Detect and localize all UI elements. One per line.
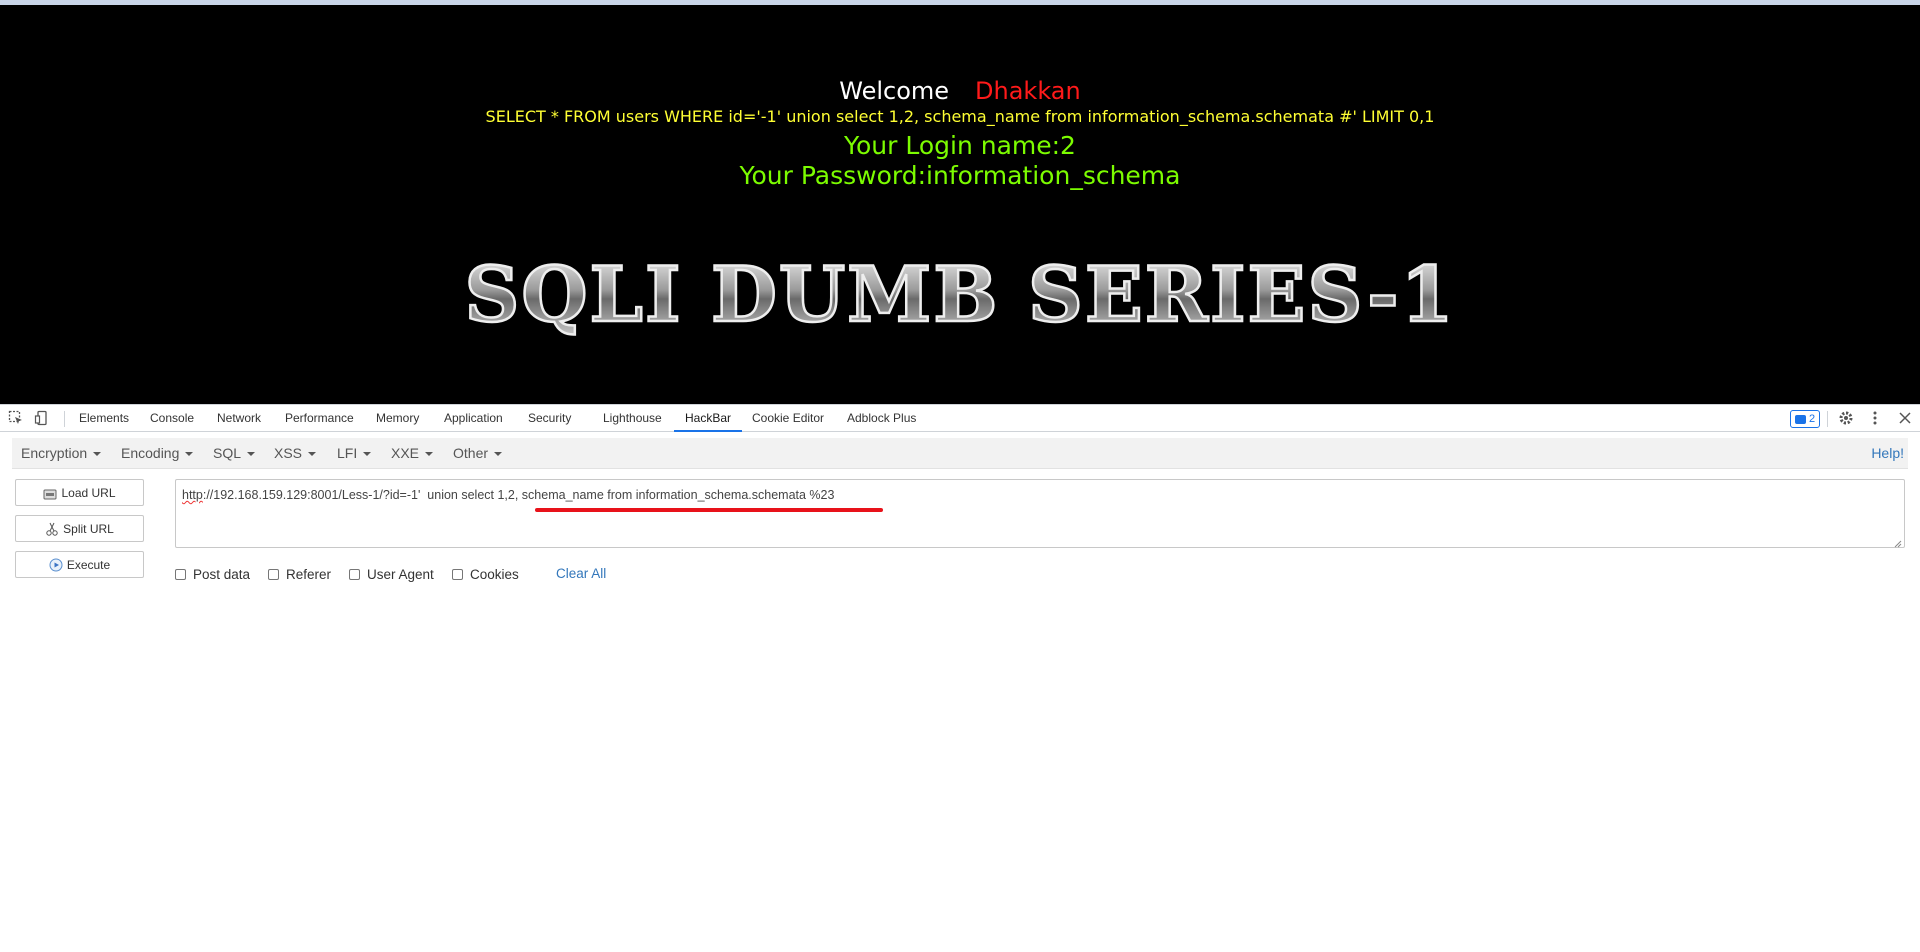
- scissors-icon: [45, 522, 59, 536]
- menu-encryption[interactable]: Encryption: [21, 438, 102, 468]
- welcome-user: Dhakkan: [975, 77, 1081, 105]
- menu-label: Encoding: [121, 445, 180, 461]
- menu-label: SQL: [213, 445, 242, 461]
- menu-xss[interactable]: XSS: [274, 438, 317, 468]
- load-url-icon: [43, 486, 57, 500]
- red-annotation-underline: [535, 508, 883, 512]
- tab-memory[interactable]: Memory: [376, 405, 419, 432]
- tab-cookie-editor[interactable]: Cookie Editor: [752, 405, 824, 432]
- caret-down-icon: [308, 452, 317, 457]
- tab-lighthouse[interactable]: Lighthouse: [603, 405, 662, 432]
- issues-count: 2: [1809, 413, 1816, 425]
- menu-other[interactable]: Other: [453, 438, 503, 468]
- menu-label: Encryption: [21, 445, 88, 461]
- web-page: Welcome Dhakkan SELECT * FROM users WHERE…: [0, 5, 1920, 404]
- caret-down-icon: [247, 452, 256, 457]
- caret-down-icon: [425, 452, 434, 457]
- execute-label: Execute: [66, 557, 111, 572]
- caret-down-icon: [363, 452, 372, 457]
- cookies-checkbox[interactable]: Cookies: [452, 566, 519, 582]
- tab-application[interactable]: Application: [444, 405, 503, 432]
- welcome-text: Welcome: [839, 77, 950, 105]
- menu-sql[interactable]: SQL: [213, 438, 256, 468]
- login-name-text: Your Login name:2: [844, 131, 1076, 160]
- settings-gear-icon[interactable]: [1838, 410, 1854, 426]
- menu-label: LFI: [337, 445, 358, 461]
- tab-elements[interactable]: Elements: [79, 405, 129, 432]
- url-rest: ://192.168.159.129:8001/Less-1/?id=-1' u…: [202, 488, 835, 502]
- execute-button[interactable]: Execute: [15, 551, 144, 578]
- referer-checkbox[interactable]: Referer: [268, 566, 331, 582]
- tab-console[interactable]: Console: [150, 405, 194, 432]
- split-url-button[interactable]: Split URL: [15, 515, 144, 542]
- devtools-tab-bar: Elements Console Network Performance Mem…: [0, 404, 1920, 432]
- toolbar-separator: [64, 411, 65, 427]
- menu-label: Other: [453, 445, 489, 461]
- device-toolbar-icon[interactable]: [34, 410, 50, 426]
- tab-security[interactable]: Security: [528, 405, 571, 432]
- banner-text: SQLI DUMB SERIES-1: [465, 250, 1455, 339]
- checkbox-box[interactable]: [452, 568, 463, 580]
- menu-xxe[interactable]: XXE: [391, 438, 434, 468]
- cookies-label: Cookies: [470, 566, 519, 582]
- issues-badge[interactable]: 2: [1790, 410, 1821, 428]
- series-banner-logo: SQLI DUMB SERIES-1: [465, 243, 1455, 343]
- tab-network[interactable]: Network: [217, 405, 261, 432]
- user-agent-checkbox[interactable]: User Agent: [349, 566, 434, 582]
- password-text: Your Password:information_schema: [739, 161, 1181, 190]
- resize-grip-icon[interactable]: [1894, 537, 1902, 548]
- load-url-button[interactable]: Load URL: [15, 479, 144, 506]
- url-textarea[interactable]: http://192.168.159.129:8001/Less-1/?id=-…: [175, 479, 1905, 548]
- menu-label: XSS: [274, 445, 303, 461]
- post-data-label: Post data: [193, 566, 251, 582]
- checkbox-box[interactable]: [349, 568, 360, 580]
- sql-query-text: SELECT * FROM users WHERE id='-1' union …: [485, 107, 1435, 126]
- caret-down-icon: [93, 452, 102, 457]
- close-devtools-icon[interactable]: [1897, 410, 1913, 426]
- welcome-line: Welcome Dhakkan: [0, 77, 1920, 105]
- split-url-label: Split URL: [63, 521, 114, 536]
- toolbar-separator: [1827, 411, 1828, 427]
- menu-encoding[interactable]: Encoding: [121, 438, 194, 468]
- more-options-icon[interactable]: [1867, 410, 1883, 426]
- load-url-label: Load URL: [61, 485, 116, 500]
- clear-all-link[interactable]: Clear All: [556, 566, 606, 581]
- menu-label: XXE: [391, 445, 420, 461]
- help-link[interactable]: Help!: [1871, 438, 1904, 468]
- user-agent-label: User Agent: [367, 566, 434, 582]
- post-data-checkbox[interactable]: Post data: [175, 566, 250, 582]
- caret-down-icon: [185, 452, 194, 457]
- tab-performance[interactable]: Performance: [285, 405, 354, 432]
- tab-adblock-plus[interactable]: Adblock Plus: [847, 405, 916, 432]
- caret-down-icon: [494, 452, 503, 457]
- tab-hackbar[interactable]: HackBar: [674, 405, 743, 432]
- checkbox-box[interactable]: [268, 568, 279, 580]
- play-icon: [49, 558, 63, 572]
- checkbox-box[interactable]: [175, 568, 186, 580]
- url-scheme: http: [182, 488, 203, 502]
- menu-lfi[interactable]: LFI: [337, 438, 372, 468]
- issues-icon: [1795, 414, 1806, 424]
- referer-label: Referer: [286, 566, 332, 582]
- inspect-element-icon[interactable]: [8, 410, 24, 426]
- hackbar-menu-bar: Encryption Encoding SQL XSS LFI XXE Othe…: [12, 438, 1908, 469]
